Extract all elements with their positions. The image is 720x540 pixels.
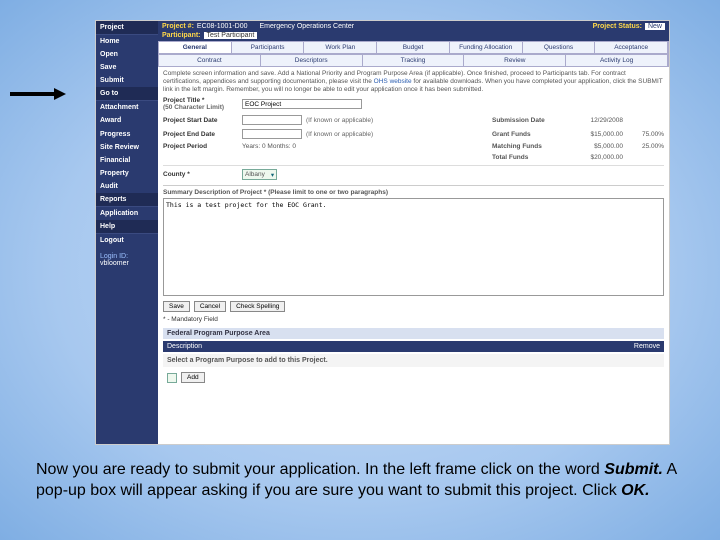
- caption-b2: OK.: [621, 482, 649, 499]
- ohs-link[interactable]: OHS website: [374, 78, 412, 85]
- project-num: EC08-1001-D00: [197, 23, 248, 30]
- nav-application[interactable]: Application: [96, 207, 158, 220]
- nav-progress[interactable]: Progress: [96, 128, 158, 141]
- title-input[interactable]: [242, 99, 362, 109]
- login-label: Login ID:: [100, 253, 154, 260]
- login-id: vbloomer: [100, 260, 154, 267]
- instructions: Complete screen information and save. Ad…: [163, 70, 664, 93]
- nav-attachment[interactable]: Attachment: [96, 101, 158, 114]
- tab-general[interactable]: General: [159, 42, 232, 53]
- end-input[interactable]: [242, 129, 302, 139]
- nav-save[interactable]: Save: [96, 61, 158, 74]
- tab-budget[interactable]: Budget: [377, 42, 450, 53]
- participant-row: Participant: Test Participant: [158, 32, 669, 41]
- county-select[interactable]: Albany ▾: [242, 169, 277, 180]
- total-value: $20,000.00: [568, 154, 623, 161]
- fppa-header: Federal Program Purpose Area: [163, 328, 664, 339]
- nav-home[interactable]: Home: [96, 35, 158, 48]
- login-block: Login ID: vbloomer: [96, 253, 158, 267]
- desc-col: Description: [167, 343, 634, 350]
- save-button[interactable]: Save: [163, 301, 190, 312]
- tab-tracking[interactable]: Tracking: [363, 55, 465, 66]
- start-input[interactable]: [242, 115, 302, 125]
- tab-descriptors[interactable]: Descriptors: [261, 55, 363, 66]
- mandatory-note: * - Mandatory Field: [163, 316, 664, 323]
- main-panel: Project #: EC08-1001-D00 Emergency Opera…: [158, 21, 669, 444]
- county-value: Albany: [245, 171, 265, 178]
- tab-workplan[interactable]: Work Plan: [304, 42, 377, 53]
- tabs-row-1: General Participants Work Plan Budget Fu…: [158, 41, 669, 54]
- participant-value: Test Participant: [204, 32, 258, 39]
- summary-textarea[interactable]: [163, 198, 664, 296]
- tab-review[interactable]: Review: [464, 55, 566, 66]
- match-value: $5,000.00: [568, 143, 623, 150]
- nav-award[interactable]: Award: [96, 114, 158, 127]
- project-header: Project #: EC08-1001-D00 Emergency Opera…: [158, 21, 669, 32]
- nav-logout[interactable]: Logout: [96, 234, 158, 247]
- tab-funding[interactable]: Funding Allocation: [450, 42, 523, 53]
- end-label: Project End Date: [163, 131, 238, 138]
- nav-submit[interactable]: Submit: [96, 74, 158, 87]
- add-button[interactable]: Add: [181, 372, 205, 383]
- nav-financial[interactable]: Financial: [96, 154, 158, 167]
- end-hint: (If known or applicable): [306, 131, 373, 138]
- period-label: Project Period: [163, 143, 238, 150]
- app-window: Project Home Open Save Submit Go to Atta…: [95, 20, 670, 445]
- summary-label: Summary Description of Project * (Please…: [163, 185, 664, 196]
- remove-col: Remove: [634, 343, 660, 350]
- status-label: Project Status:: [593, 23, 642, 30]
- instruction-arrow: [10, 88, 70, 100]
- tab-acceptance[interactable]: Acceptance: [595, 42, 668, 53]
- subdate-value: 12/29/2008: [568, 117, 623, 124]
- tabs-row-2: Contract Descriptors Tracking Review Act…: [158, 54, 669, 67]
- start-hint: (If known or applicable): [306, 117, 373, 124]
- instruction-caption: Now you are ready to submit your applica…: [36, 460, 684, 502]
- total-label: Total Funds: [492, 154, 562, 161]
- chevron-down-icon: ▾: [271, 171, 274, 179]
- spell-button[interactable]: Check Spelling: [230, 301, 285, 312]
- caption-t1: Now you are ready to submit your applica…: [36, 461, 604, 478]
- caption-b1: Submit.: [604, 461, 663, 478]
- nav-audit[interactable]: Audit: [96, 180, 158, 193]
- nav-site-review[interactable]: Site Review: [96, 141, 158, 154]
- subdate-label: Submission Date: [492, 117, 562, 124]
- tab-activity[interactable]: Activity Log: [566, 55, 668, 66]
- left-nav: Project Home Open Save Submit Go to Atta…: [96, 21, 158, 444]
- project-name: Emergency Operations Center: [260, 23, 355, 30]
- match-label: Matching Funds: [492, 143, 562, 150]
- tab-contract[interactable]: Contract: [159, 55, 261, 66]
- nav-property[interactable]: Property: [96, 167, 158, 180]
- project-num-label: Project #:: [162, 23, 194, 30]
- grant-label: Grant Funds: [492, 131, 562, 138]
- cancel-button[interactable]: Cancel: [194, 301, 226, 312]
- nav-section-reports: Reports: [96, 193, 158, 207]
- tab-participants[interactable]: Participants: [232, 42, 305, 53]
- match-pct: 25.00%: [629, 143, 664, 150]
- add-select[interactable]: [167, 373, 177, 383]
- grant-pct: 75.00%: [629, 131, 664, 138]
- nav-section-goto: Go to: [96, 87, 158, 101]
- participant-label: Participant:: [162, 32, 201, 39]
- period-value: Years: 0 Months: 0: [242, 143, 296, 150]
- nav-section-help: Help: [96, 220, 158, 234]
- content-area: Complete screen information and save. Ad…: [158, 67, 669, 389]
- start-label: Project Start Date: [163, 117, 238, 124]
- nav-section-project: Project: [96, 21, 158, 35]
- status-value: New: [645, 23, 665, 30]
- grant-value: $15,000.00: [568, 131, 623, 138]
- nav-open[interactable]: Open: [96, 48, 158, 61]
- add-row: Select a Program Purpose to add to this …: [163, 354, 664, 367]
- county-label: County *: [163, 171, 238, 178]
- title-label: Project Title * (50 Character Limit): [163, 97, 238, 111]
- desc-header: Description Remove: [163, 341, 664, 352]
- tab-questions[interactable]: Questions: [523, 42, 596, 53]
- add-label: Select a Program Purpose to add to this …: [167, 357, 328, 364]
